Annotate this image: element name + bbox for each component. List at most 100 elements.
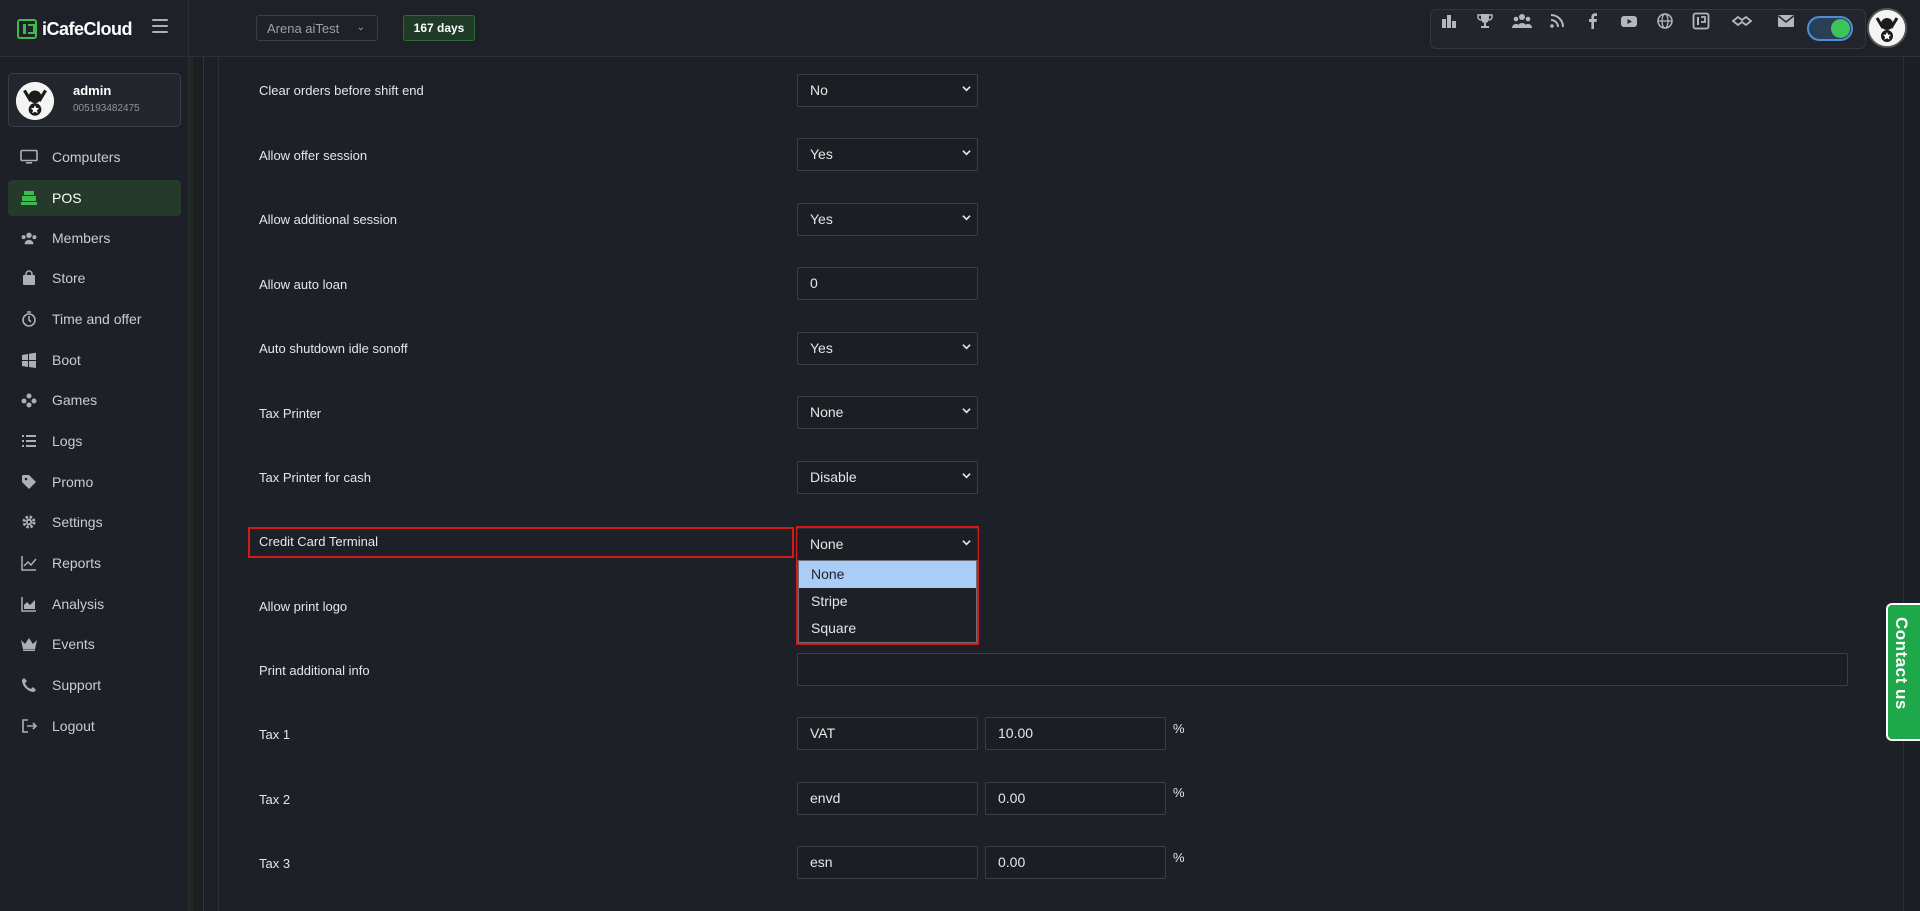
chevron-down-icon	[962, 344, 971, 350]
chevron-down-icon: ⌄	[356, 22, 365, 33]
tax-printer-label: Tax Printer	[259, 406, 322, 421]
app-logo[interactable]: iCafeCloud	[17, 17, 133, 41]
sidebar-item-label: Computers	[52, 149, 121, 165]
sidebar-item-computers[interactable]: Computers	[8, 139, 181, 175]
arena-select[interactable]: Arena aiTest ⌄	[256, 15, 378, 41]
rss-icon[interactable]	[1548, 12, 1566, 30]
credit-card-terminal-label: Credit Card Terminal	[259, 534, 378, 549]
chevron-down-icon	[962, 473, 971, 479]
chevron-down-icon	[962, 215, 971, 221]
sidebar-item-label: Logs	[52, 433, 83, 449]
users-group-icon[interactable]	[1511, 12, 1533, 30]
windows-icon	[20, 351, 38, 369]
tax1-name-input[interactable]: VAT	[797, 717, 978, 750]
credit-card-terminal-select[interactable]: None	[797, 528, 978, 561]
tax3-name-input[interactable]: esn	[797, 846, 978, 879]
tag-icon	[20, 473, 38, 491]
tax2-rate-input[interactable]: 0.00	[985, 782, 1166, 815]
trophy-icon[interactable]	[1476, 12, 1494, 30]
tax-printer-value: None	[810, 404, 844, 420]
chevron-down-icon	[962, 540, 971, 546]
sidebar-item-time-and-offer[interactable]: Time and offer	[8, 301, 181, 337]
sidebar-item-label: Store	[52, 270, 86, 286]
sidebar-item-pos[interactable]: POS	[8, 180, 181, 216]
sidebar-item-support[interactable]: Support	[8, 667, 181, 703]
cash-register-icon	[20, 189, 38, 207]
clear-orders-value: No	[810, 82, 828, 98]
list-icon	[20, 432, 38, 450]
credit-card-terminal-value: None	[810, 536, 844, 552]
stopwatch-icon	[20, 310, 38, 328]
sidebar-item-games[interactable]: Games	[8, 382, 181, 418]
tax2-name-value: envd	[810, 790, 841, 806]
members-icon	[20, 229, 38, 247]
tax3-rate-input[interactable]: 0.00	[985, 846, 1166, 879]
offer-session-label: Allow offer session	[259, 148, 368, 163]
days-remaining-badge: 167 days	[403, 15, 475, 41]
dropdown-option-none[interactable]: None	[799, 561, 976, 588]
print-logo-label: Allow print logo	[259, 599, 348, 614]
sidebar-item-boot[interactable]: Boot	[8, 342, 181, 378]
tax2-name-input[interactable]: envd	[797, 782, 978, 815]
additional-session-value: Yes	[810, 211, 833, 227]
tax3-rate-value: 0.00	[998, 854, 1026, 870]
contact-us-tab[interactable]: Contact us	[1886, 603, 1920, 741]
icafe-icon[interactable]	[1692, 12, 1710, 30]
handshake-icon[interactable]	[1731, 12, 1753, 30]
sidebar-item-store[interactable]: Store	[8, 260, 181, 296]
chevron-down-icon	[962, 150, 971, 156]
dropdown-option-stripe[interactable]: Stripe	[799, 588, 976, 615]
line-chart-icon	[20, 554, 38, 572]
facebook-icon[interactable]	[1584, 12, 1602, 30]
sidebar-item-reports[interactable]: Reports	[8, 545, 181, 581]
theme-toggle[interactable]	[1807, 16, 1853, 41]
sidebar-item-logout[interactable]: Logout	[8, 708, 181, 744]
sidebar-item-label: Time and offer	[52, 311, 142, 327]
globe-icon[interactable]	[1656, 12, 1674, 30]
arena-select-value: Arena aiTest	[267, 21, 340, 36]
tax3-name-value: esn	[810, 854, 833, 870]
contact-us-label: Contact us	[1892, 617, 1911, 710]
youtube-icon[interactable]	[1620, 12, 1638, 30]
monitor-icon	[20, 148, 38, 166]
phone-icon	[20, 676, 38, 694]
tax3-percent-sign: %	[1173, 850, 1185, 865]
leaderboard-icon[interactable]	[1440, 12, 1458, 30]
user-card[interactable]: admin 005193482475	[8, 73, 181, 127]
dropdown-option-square[interactable]: Square	[799, 615, 976, 642]
print-additional-info-input[interactable]	[797, 653, 1848, 686]
clear-orders-select[interactable]: No	[797, 74, 978, 107]
sidebar-item-label: Logout	[52, 718, 95, 734]
additional-session-label: Allow additional session	[259, 212, 398, 227]
mail-icon[interactable]	[1777, 12, 1795, 30]
tax-printer-cash-label: Tax Printer for cash	[259, 470, 371, 485]
additional-session-select[interactable]: Yes	[797, 203, 978, 236]
sidebar-item-promo[interactable]: Promo	[8, 464, 181, 500]
sidebar-item-events[interactable]: Events	[8, 626, 181, 662]
content-edge-right	[1904, 57, 1920, 911]
auto-shutdown-select[interactable]: Yes	[797, 332, 978, 365]
chevron-down-icon	[962, 408, 971, 414]
offer-session-select[interactable]: Yes	[797, 138, 978, 171]
offer-session-value: Yes	[810, 146, 833, 162]
tax-printer-select[interactable]: None	[797, 396, 978, 429]
user-avatar	[16, 82, 54, 120]
tax-printer-cash-select[interactable]: Disable	[797, 461, 978, 494]
user-id: 005193482475	[73, 103, 140, 114]
sidebar-item-settings[interactable]: Settings	[8, 504, 181, 540]
auto-loan-input[interactable]: 0	[797, 267, 978, 300]
content-edge	[189, 57, 204, 911]
sidebar-item-members[interactable]: Members	[8, 220, 181, 256]
hamburger-menu-icon[interactable]	[152, 19, 168, 33]
sidebar-item-logs[interactable]: Logs	[8, 423, 181, 459]
print-additional-info-label: Print additional info	[259, 663, 370, 678]
tax1-rate-input[interactable]: 10.00	[985, 717, 1166, 750]
store-bag-icon	[20, 269, 38, 287]
tax1-label: Tax 1	[259, 727, 291, 742]
profile-avatar[interactable]	[1867, 8, 1907, 48]
tax3-label: Tax 3	[259, 856, 291, 871]
sidebar-item-analysis[interactable]: Analysis	[8, 586, 181, 622]
chevron-down-icon	[962, 86, 971, 92]
auto-loan-label: Allow auto loan	[259, 277, 348, 292]
sidebar-item-label: Reports	[52, 555, 102, 571]
